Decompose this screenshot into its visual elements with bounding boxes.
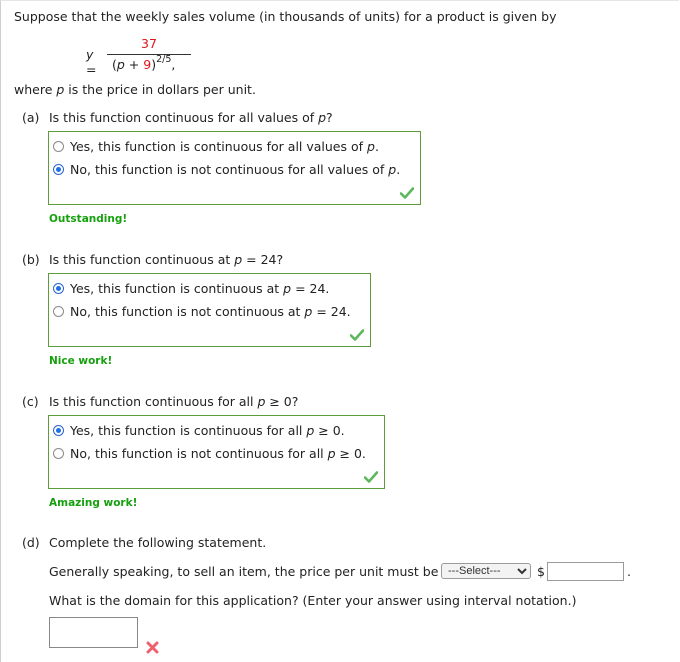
radio-button[interactable] [53,141,64,152]
domain-input[interactable] [49,617,138,648]
part-a-answer-box: Yes, this function is continuous for all… [48,131,421,205]
part-c-label: (c) [22,394,39,409]
fraction-bar [107,54,191,55]
part-a-label: (a) [22,110,40,125]
price-comparison-select[interactable]: ---Select--- [441,563,531,579]
option-label: Yes, this function is continuous at p = … [70,281,330,296]
part-c-option-no[interactable]: No, this function is not continuous for … [53,446,366,461]
part-c-feedback: Amazing work! [49,497,138,509]
part-b-option-yes[interactable]: Yes, this function is continuous at p = … [53,281,329,296]
checkmark-icon [350,329,364,341]
part-b-answer-box: Yes, this function is continuous at p = … [48,273,371,347]
part-d-prompt: Complete the following statement. [49,535,267,550]
checkmark-icon [364,471,378,483]
radio-button-selected[interactable] [53,283,64,294]
where-text: where p is the price in dollars per unit… [14,82,256,97]
currency-symbol: $ [537,564,545,579]
part-b-option-no[interactable]: No, this function is not continuous at p… [53,304,351,319]
option-label: No, this function is not continuous for … [70,446,366,461]
part-b-question: Is this function continuous at p = 24? [49,252,284,267]
checkmark-icon [400,187,414,199]
part-b-feedback: Nice work! [49,355,113,367]
part-a-question: Is this function continuous for all valu… [49,110,333,125]
cross-icon [146,641,159,654]
part-a-option-yes[interactable]: Yes, this function is continuous for all… [53,139,379,154]
statement-period: . [627,564,631,579]
formula-lhs: y = [86,47,97,77]
option-label: Yes, this function is continuous for all… [70,423,345,438]
part-c-answer-box: Yes, this function is continuous for all… [48,415,385,489]
part-a-feedback: Outstanding! [49,213,128,225]
option-label: Yes, this function is continuous for all… [70,139,379,154]
part-b-label: (b) [22,252,40,267]
radio-button-selected[interactable] [53,164,64,175]
radio-button-selected[interactable] [53,425,64,436]
domain-question: What is the domain for this application?… [49,593,577,608]
part-a-option-no[interactable]: No, this function is not continuous for … [53,162,400,177]
formula-numerator: 37 [141,36,157,51]
radio-button[interactable] [53,306,64,317]
part-c-question: Is this function continuous for all p ≥ … [49,394,299,409]
part-c-option-yes[interactable]: Yes, this function is continuous for all… [53,423,345,438]
option-label: No, this function is not continuous for … [70,162,401,177]
problem-intro: Suppose that the weekly sales volume (in… [14,9,557,24]
price-statement: Generally speaking, to sell an item, the… [49,564,439,579]
price-input[interactable] [547,562,624,581]
formula-denominator: (p + 9)2/5, [112,54,176,73]
option-label: No, this function is not continuous at p… [70,304,351,319]
formula-exponent: 2/5 [156,54,172,65]
radio-button[interactable] [53,448,64,459]
part-d-label: (d) [22,535,40,550]
